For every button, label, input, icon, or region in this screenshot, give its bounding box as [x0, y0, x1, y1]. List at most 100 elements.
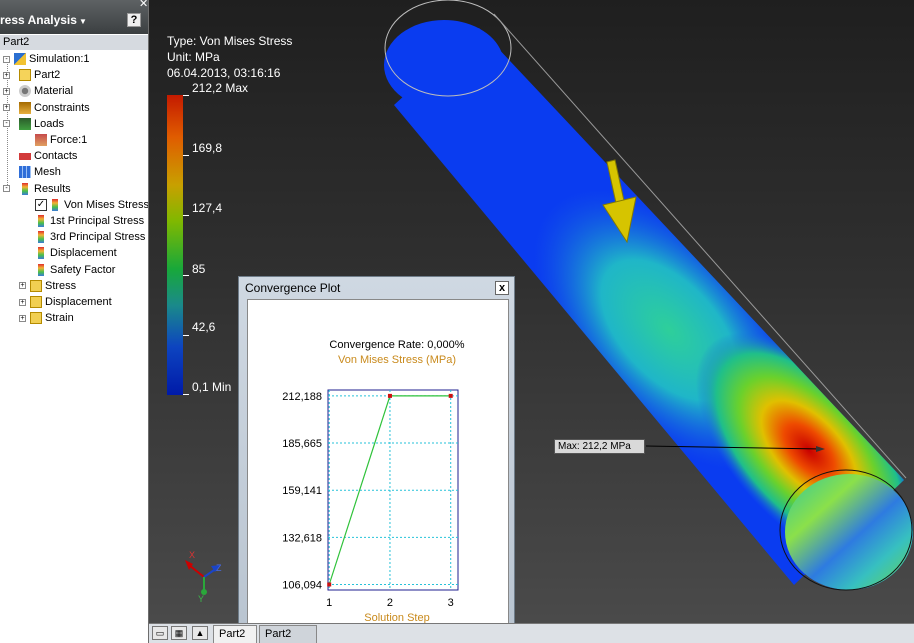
tree-item[interactable]: Displacement [35, 245, 117, 261]
tree-item[interactable]: Safety Factor [35, 262, 115, 278]
tree-item[interactable]: Mesh [19, 164, 61, 180]
simulation-icon [14, 53, 26, 65]
legend-tick [183, 394, 189, 395]
tree-item[interactable]: Contacts [19, 148, 77, 164]
tree-item[interactable]: Force:1 [35, 132, 87, 148]
tree-item-label: Loads [34, 117, 64, 130]
y-tick-label: 106,094 [282, 579, 322, 591]
visibility-checkbox[interactable]: ✓ [35, 198, 47, 211]
tree-item-label: Part2 [34, 69, 61, 82]
document-tab-part2[interactable]: Part2 [213, 625, 257, 643]
folder-icon [30, 312, 42, 325]
tree-item-label: Stress [45, 279, 77, 292]
tree-item[interactable]: ✓ Von Mises Stress [35, 197, 149, 213]
result-icon [38, 231, 44, 244]
browser-header: tress Analysis ▼ ? ✕ [0, 0, 148, 34]
legend-tick-label: 42,6 [192, 320, 216, 334]
convergence-plot-dialog[interactable]: Convergence Plot x Convergence Rate: 0,0… [238, 276, 515, 636]
chart-title: Convergence Rate: 0,000% [329, 339, 464, 351]
part-icon [19, 69, 31, 82]
tree-item[interactable]: 1st Principal Stress [35, 213, 144, 229]
tree-item-label: Displacement [45, 296, 112, 308]
legend-tick-label: 127,4 [192, 201, 223, 215]
constraints-icon [19, 101, 31, 114]
tree-item[interactable]: 3rd Principal Stress [35, 229, 145, 245]
document-tabs-bar: ▭ ▦ ▲ Part2 Part2 [149, 623, 914, 643]
legend-date: 06.04.2013, 03:16:16 [167, 66, 281, 80]
legend-unit: Unit: MPa [167, 50, 220, 64]
loads-icon [19, 117, 31, 130]
document-tab-part2-second[interactable]: Part2 [259, 625, 317, 643]
y-tick-label: 185,665 [282, 438, 322, 450]
legend-tick-label-max: 212,2 Max [192, 81, 249, 95]
collapse-icon[interactable]: - [3, 185, 10, 193]
expand-icon[interactable]: + [19, 298, 26, 306]
result-icon [38, 215, 44, 227]
cascade-windows-icon[interactable]: ▭ [152, 626, 168, 640]
tree-item[interactable]: + Part2 [3, 67, 60, 83]
close-icon[interactable]: ✕ [139, 0, 148, 10]
tree-item-label: Displacement [50, 247, 117, 260]
y-tick-label: 159,141 [282, 485, 322, 497]
max-value-callout[interactable]: Max: 212,2 MPa [554, 439, 645, 454]
collapse-icon[interactable]: - [3, 120, 10, 128]
tree-item[interactable]: + Material [3, 83, 73, 99]
svg-text:Z: Z [216, 563, 222, 573]
legend-tick-label: 169,8 [192, 141, 223, 155]
y-tick-label: 132,618 [282, 532, 322, 544]
tree-item[interactable]: - Loads [3, 116, 64, 132]
tree-item[interactable]: + Strain [19, 310, 74, 326]
tree-item-label: Simulation:1 [29, 53, 90, 65]
dialog-title: Convergence Plot [245, 281, 341, 295]
color-legend-bar [167, 95, 183, 395]
mesh-icon [19, 166, 31, 179]
tree-item-label: Constraints [34, 101, 90, 114]
tree-item-label: Contacts [34, 150, 78, 163]
tree-item-label: Strain [45, 312, 74, 325]
tree-item[interactable]: + Stress [19, 278, 76, 294]
browser-title-dropdown[interactable]: tress Analysis ▼ [0, 13, 87, 27]
result-icon [52, 198, 58, 211]
tile-windows-icon[interactable]: ▦ [171, 626, 187, 640]
tree-item[interactable]: + Constraints [3, 100, 90, 116]
convergence-chart-area: Convergence Rate: 0,000% Von Mises Stress… [247, 299, 509, 629]
tree-item-label: Mesh [34, 166, 61, 179]
tree-item[interactable]: + Displacement [19, 294, 112, 310]
expand-icon[interactable]: + [19, 282, 26, 290]
tree-item-label: Von Mises Stress [64, 198, 149, 211]
result-icon [38, 247, 44, 260]
folder-icon [30, 279, 42, 292]
tree-item-label: Force:1 [50, 134, 88, 146]
expand-icon[interactable]: + [3, 104, 10, 112]
chart-subtitle: Von Mises Stress (MPa) [338, 354, 456, 366]
expand-icon[interactable]: + [3, 87, 10, 95]
force-icon [35, 134, 47, 146]
tree-item-label: Safety Factor [50, 263, 116, 276]
close-icon[interactable]: x [495, 281, 509, 295]
browser-title-label: tress Analysis [0, 13, 77, 27]
tree-root-part[interactable]: Part2 [0, 35, 148, 50]
expand-icon[interactable]: + [3, 71, 10, 79]
tree-item[interactable]: - Results [3, 181, 71, 197]
data-point [387, 393, 392, 398]
legend-tick-label-min: 0,1 Min [192, 380, 232, 394]
tab-menu-icon[interactable]: ▲ [192, 626, 208, 640]
legend-tick [183, 155, 189, 156]
convergence-chart: Convergence Rate: 0,000% Von Mises Stress… [282, 339, 465, 624]
legend-tick-label: 85 [192, 262, 206, 276]
svg-text:Y: Y [198, 594, 204, 604]
svg-text:X: X [189, 550, 195, 560]
results-icon [22, 182, 28, 195]
collapse-icon[interactable]: - [3, 55, 10, 63]
model-browser: tress Analysis ▼ ? ✕ Part2 - Simulation:1 +… [0, 0, 149, 643]
tree-item-label: Results [34, 182, 71, 195]
expand-icon[interactable]: + [19, 314, 26, 322]
tree-item-label: 3rd Principal Stress [50, 231, 146, 244]
tree-item-label: Material [34, 85, 74, 98]
data-point [327, 582, 332, 587]
result-legend-header: Type: Von Mises Stress Unit: MPa 06.04.2… [167, 33, 292, 81]
folder-icon [30, 296, 42, 308]
chevron-down-icon: ▼ [78, 17, 87, 26]
help-icon[interactable]: ? [127, 13, 141, 27]
tree-item[interactable]: - Simulation:1 [3, 51, 90, 67]
